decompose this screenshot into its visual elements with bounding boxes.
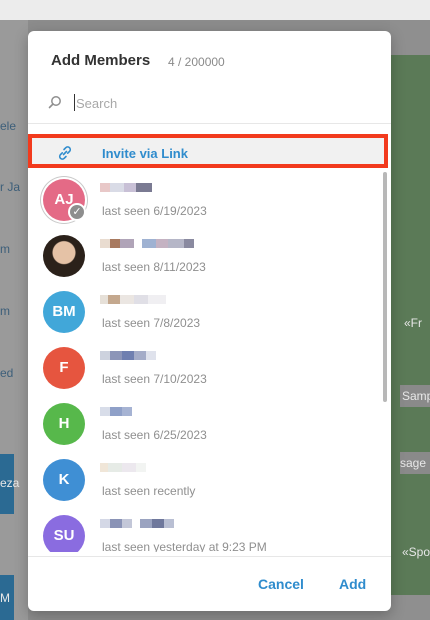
member-row[interactable]: BM last seen 7/8/2023	[28, 284, 384, 340]
member-count: 4 / 200000	[168, 55, 225, 69]
divider	[28, 556, 391, 557]
member-status: last seen 8/11/2023	[102, 260, 206, 274]
text-caret	[74, 94, 75, 111]
background-text: eza	[0, 476, 20, 490]
member-row[interactable]: F last seen 7/10/2023	[28, 340, 384, 396]
member-status: last seen 7/10/2023	[102, 372, 207, 386]
background-top-bar	[0, 0, 430, 20]
background-text: M	[0, 591, 10, 605]
dialog-title: Add Members	[51, 52, 151, 69]
background-text: «Spo	[402, 545, 430, 559]
member-row[interactable]: AJ ✓ last seen 6/19/2023	[28, 172, 384, 228]
add-button[interactable]: Add	[339, 576, 366, 592]
background-right-panel: «Fr Samp sage «Spo	[390, 20, 430, 620]
add-members-dialog: Add Members 4 / 200000 Invite via Link A…	[28, 31, 391, 611]
member-name-redacted	[100, 295, 166, 306]
background-text: Samp	[402, 389, 430, 403]
member-name-redacted	[100, 519, 174, 530]
member-status: last seen 7/8/2023	[102, 316, 201, 330]
member-list: AJ ✓ last seen 6/19/2023 last seen 8/11/…	[28, 172, 384, 552]
divider	[28, 123, 391, 124]
background-blue-block: M	[0, 575, 14, 620]
cancel-button[interactable]: Cancel	[258, 576, 304, 592]
member-list-scrollbar[interactable]	[383, 172, 387, 402]
avatar: SU	[43, 515, 85, 552]
background-text: ed	[0, 366, 14, 380]
search-icon	[48, 96, 61, 109]
member-row[interactable]: K last seen recently	[28, 452, 384, 508]
avatar: F	[43, 347, 85, 389]
member-status: last seen recently	[102, 484, 196, 498]
member-name-redacted	[100, 407, 132, 418]
member-name-redacted	[100, 463, 146, 474]
member-name-redacted	[100, 183, 152, 194]
avatar: H	[43, 403, 85, 445]
member-row[interactable]: SU last seen yesterday at 9:23 PM	[28, 508, 384, 552]
background-text: «Fr	[404, 316, 422, 330]
background-blue-block: eza	[0, 454, 19, 514]
avatar: K	[43, 459, 85, 501]
background-text: m	[0, 242, 10, 256]
member-name-redacted	[100, 239, 194, 250]
member-status: last seen yesterday at 9:23 PM	[102, 540, 267, 552]
member-status: last seen 6/25/2023	[102, 428, 207, 442]
member-row[interactable]: H last seen 6/25/2023	[28, 396, 384, 452]
invite-via-link-label: Invite via Link	[102, 146, 188, 161]
avatar: BM	[43, 291, 85, 333]
avatar	[43, 235, 85, 277]
selected-check-icon: ✓	[68, 203, 86, 221]
search-input[interactable]	[76, 92, 366, 114]
dialog-header: Add Members 4 / 200000	[28, 31, 391, 81]
background-text: sage	[400, 456, 427, 470]
background-text: m	[0, 304, 10, 318]
background-text: ele	[0, 119, 17, 133]
member-name-redacted	[100, 351, 156, 362]
member-row[interactable]: last seen 8/11/2023	[28, 228, 384, 284]
member-status: last seen 6/19/2023	[102, 204, 207, 218]
search-bar[interactable]	[28, 87, 391, 119]
background-left-panel: ele r Ja m m ed eza M	[0, 20, 28, 620]
link-icon	[58, 146, 72, 160]
invite-via-link-button[interactable]: Invite via Link	[28, 134, 388, 168]
background-text: r Ja	[0, 180, 21, 194]
